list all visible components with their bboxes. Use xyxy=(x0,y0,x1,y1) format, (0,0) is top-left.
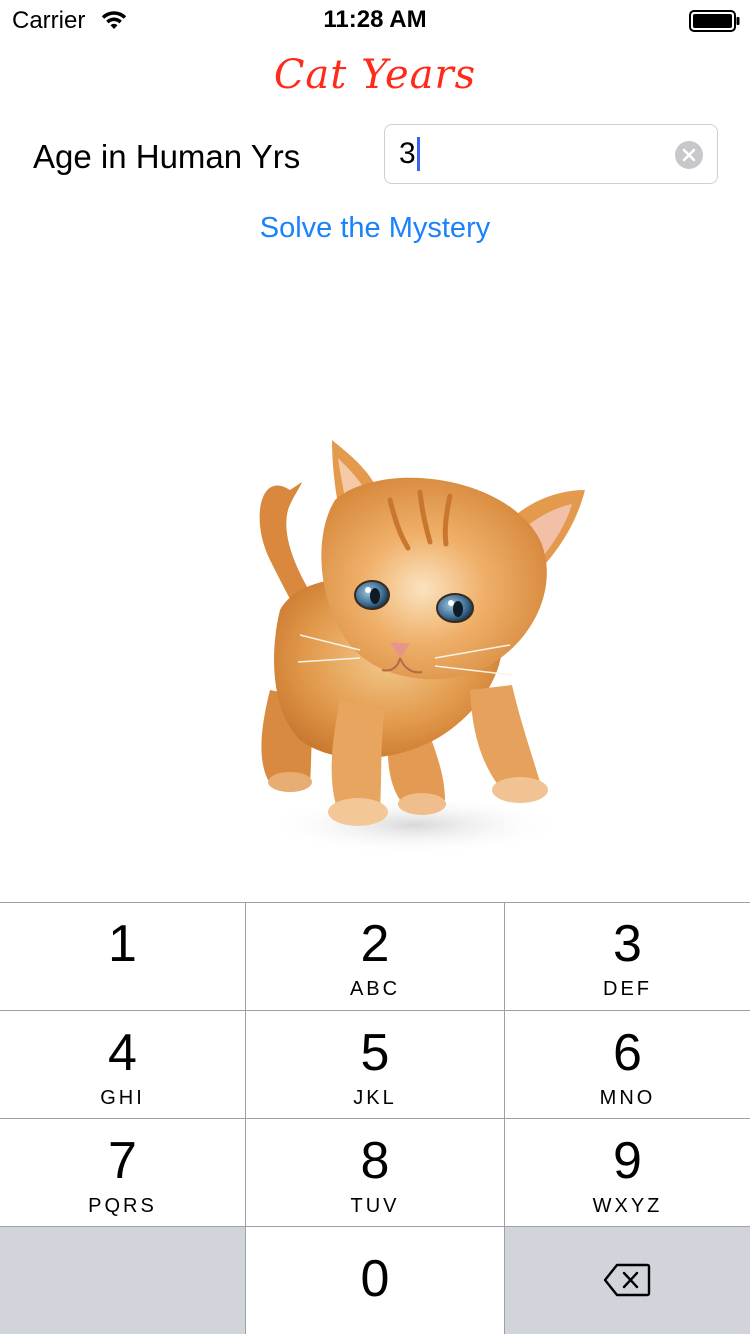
key-digit: 5 xyxy=(360,1024,390,1082)
app-title: Cat Years xyxy=(273,52,477,98)
clear-text-button[interactable] xyxy=(675,141,703,169)
key-0[interactable]: 0 xyxy=(246,1227,504,1334)
keypad-divider xyxy=(0,1118,750,1119)
key-digit: 4 xyxy=(108,1024,137,1082)
age-input-value: 3 xyxy=(399,137,416,170)
key-3[interactable]: 3 DEF xyxy=(505,902,750,1010)
keypad-divider xyxy=(245,902,246,1334)
key-5[interactable]: 5 JKL xyxy=(246,1011,504,1119)
age-label: Age in Human Yrs xyxy=(33,138,301,175)
key-digit: 1 xyxy=(108,915,137,973)
key-digit: 7 xyxy=(108,1132,137,1190)
key-letters: TUV xyxy=(350,1195,400,1217)
key-7[interactable]: 7 PQRS xyxy=(0,1119,245,1227)
key-digit: 8 xyxy=(360,1132,390,1190)
keypad-divider xyxy=(0,902,750,903)
key-letters: ABC xyxy=(349,978,401,1000)
key-letters: GHI xyxy=(100,1087,145,1109)
key-letters: PQRS xyxy=(88,1195,157,1217)
key-digit: 6 xyxy=(613,1024,642,1082)
key-digit: 3 xyxy=(613,915,642,973)
status-time: 11:28 AM xyxy=(323,6,427,33)
clear-icon xyxy=(682,148,696,162)
blank-key xyxy=(0,1227,245,1334)
key-letters: WXYZ xyxy=(592,1195,663,1217)
numeric-keypad: 1 2 ABC 3 DEF 4 GHI 5 JKL 6 MNO 7 PQRS 8 xyxy=(0,902,750,1334)
key-4[interactable]: 4 GHI xyxy=(0,1011,245,1119)
key-letters: MNO xyxy=(599,1087,656,1109)
keypad-divider xyxy=(0,1226,750,1227)
age-input-value-wrap: 3 xyxy=(399,137,420,171)
solve-mystery-button[interactable]: Solve the Mystery xyxy=(0,212,750,245)
key-digit: 2 xyxy=(360,915,390,973)
key-1[interactable]: 1 xyxy=(0,902,245,1010)
keypad-divider xyxy=(504,902,505,1334)
age-input[interactable]: 3 xyxy=(384,124,718,184)
battery-icon xyxy=(689,10,740,32)
key-8[interactable]: 8 TUV xyxy=(246,1119,504,1227)
backspace-icon xyxy=(603,1263,651,1297)
key-letters: JKL xyxy=(353,1087,397,1109)
key-6[interactable]: 6 MNO xyxy=(505,1011,750,1119)
key-digit: 0 xyxy=(360,1250,390,1308)
text-caret xyxy=(416,137,420,171)
key-9[interactable]: 9 WXYZ xyxy=(505,1119,750,1227)
key-2[interactable]: 2 ABC xyxy=(246,902,504,1010)
kitten-image xyxy=(259,440,585,855)
key-letters: DEF xyxy=(603,978,652,1000)
app-screen: Carrier 11:28 AM Cat Years Age in Human … xyxy=(0,0,750,1334)
keypad-divider xyxy=(0,1010,750,1011)
key-digit: 9 xyxy=(613,1132,642,1190)
status-bar: Carrier 11:28 AM xyxy=(0,0,750,40)
delete-key[interactable] xyxy=(505,1227,750,1334)
